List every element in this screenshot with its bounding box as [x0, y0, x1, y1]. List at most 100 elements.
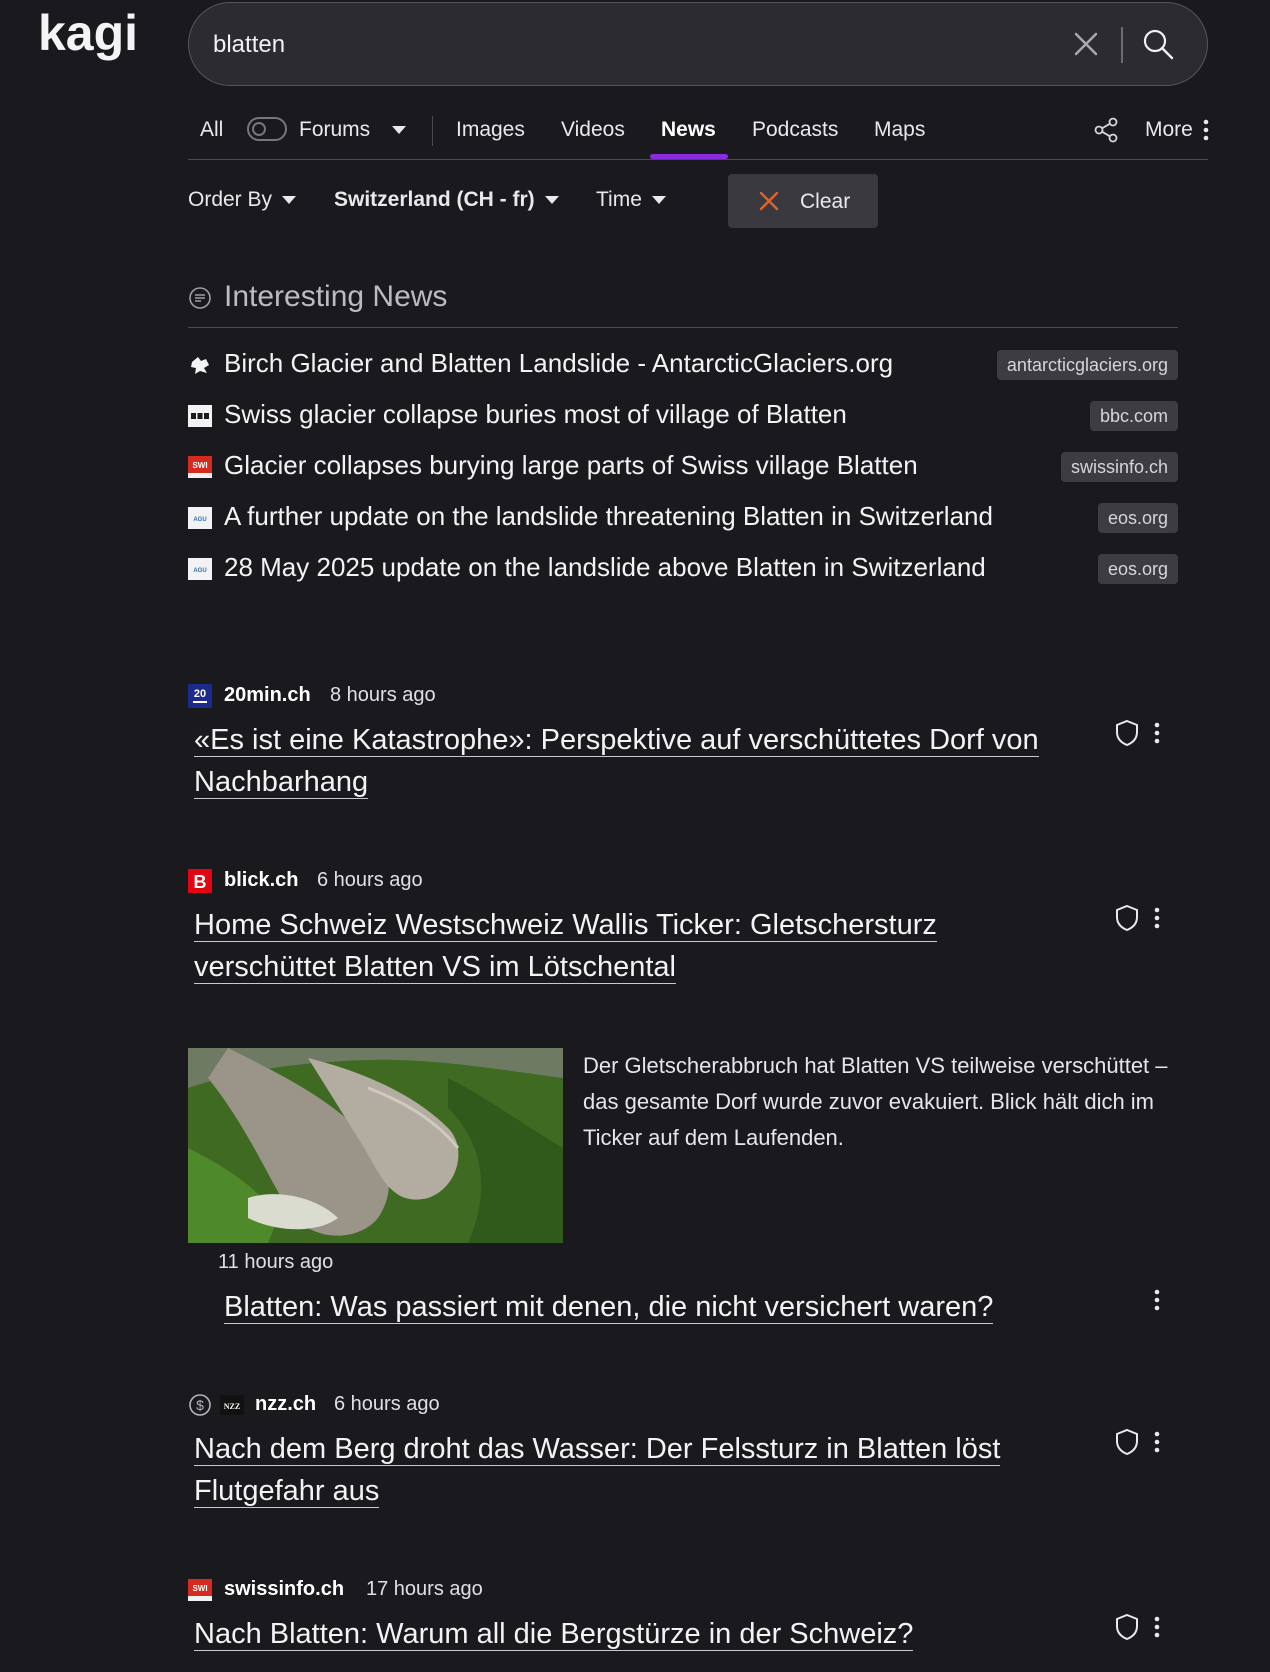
result-time: 6 hours ago	[334, 1393, 440, 1415]
order-by-label: Order By	[188, 188, 273, 211]
tab-all[interactable]: All	[200, 118, 223, 142]
tab-podcasts[interactable]: Podcasts	[752, 118, 838, 142]
blick-favicon: B	[188, 869, 212, 893]
domain-badge[interactable]: eos.org	[1097, 503, 1178, 533]
interesting-news-title: Interesting News	[224, 280, 448, 313]
interesting-news-link[interactable]: 28 May 2025 update on the landslide abov…	[224, 552, 986, 583]
list-item: AGU A further update on the landslide th…	[188, 497, 1178, 537]
bbc-favicon	[188, 405, 212, 427]
domain-badge[interactable]: eos.org	[1097, 554, 1178, 584]
result-title: Nach Blatten: Warum all die Bergstürze i…	[194, 1618, 914, 1651]
result-source[interactable]: blick.ch	[224, 869, 298, 892]
result-title-link[interactable]: «Es ist eine Katastrophe»: Perspektive a…	[194, 719, 1064, 803]
result-title: Blatten: Was passiert mit denen, die nic…	[224, 1291, 994, 1324]
svg-text:AGU: AGU	[193, 568, 206, 574]
order-by-dropdown[interactable]: Order By	[188, 188, 297, 212]
news-result: $ NZZ nzz.ch 6 hours ago Nach dem Berg d…	[188, 1392, 1178, 1512]
search-icon[interactable]	[1139, 25, 1179, 65]
search-divider	[1121, 27, 1123, 63]
more-options-icon[interactable]	[1150, 1286, 1164, 1314]
list-item: Swiss glacier collapse buries most of vi…	[188, 395, 1178, 435]
domain-badge[interactable]: antarcticglaciers.org	[996, 350, 1178, 380]
svg-text:SWI: SWI	[192, 461, 207, 470]
tab-images[interactable]: Images	[456, 118, 525, 142]
result-title-link[interactable]: Nach Blatten: Warum all die Bergstürze i…	[194, 1613, 1064, 1655]
nzz-favicon: NZZ	[220, 1395, 244, 1415]
interesting-news-header: Interesting News	[188, 278, 1178, 328]
svg-text:SWI: SWI	[192, 1584, 207, 1593]
interesting-news-link[interactable]: Swiss glacier collapse buries most of vi…	[224, 399, 847, 430]
more-options-icon[interactable]	[1150, 719, 1164, 747]
svg-text:B: B	[194, 872, 207, 892]
result-title: «Es ist eine Katastrophe»: Perspektive a…	[194, 724, 1039, 799]
domain-badge[interactable]: bbc.com	[1089, 401, 1178, 431]
shield-icon[interactable]	[1114, 904, 1140, 932]
caret-down-icon	[282, 196, 297, 205]
result-source[interactable]: 20min.ch	[224, 684, 311, 707]
clear-search-icon[interactable]	[1071, 29, 1101, 59]
related-news-result: 11 hours ago Blatten: Was passiert mit d…	[188, 1250, 1178, 1330]
interesting-news-link[interactable]: Glacier collapses burying large parts of…	[224, 450, 918, 481]
more-options-icon[interactable]	[1150, 1613, 1164, 1641]
dollar-icon: $	[189, 1394, 211, 1416]
result-snippet: Der Gletscherabbruch hat Blatten VS teil…	[583, 1053, 1168, 1150]
shield-icon[interactable]	[1114, 1428, 1140, 1456]
tab-more-label: More	[1145, 118, 1193, 141]
domain-badge[interactable]: swissinfo.ch	[1060, 452, 1178, 482]
result-time: 11 hours ago	[218, 1251, 334, 1273]
result-title: Home Schweiz Westschweiz Wallis Ticker: …	[194, 909, 937, 984]
swi-favicon: SWI	[188, 1579, 212, 1601]
caret-down-icon	[392, 126, 407, 135]
agu-favicon: AGU	[188, 558, 212, 580]
forums-toggle[interactable]	[247, 117, 287, 141]
region-dropdown[interactable]: Switzerland (CH - fr)	[334, 188, 559, 212]
news-result: 20 20min.ch 8 hours ago «Es ist eine Kat…	[188, 683, 1178, 803]
interesting-news-link[interactable]: A further update on the landslide threat…	[224, 501, 993, 532]
result-title-link[interactable]: Blatten: Was passiert mit denen, die nic…	[224, 1286, 1094, 1328]
20min-favicon: 20	[188, 684, 212, 708]
result-source[interactable]: nzz.ch	[255, 1393, 316, 1416]
caret-down-icon	[651, 196, 666, 205]
time-dropdown[interactable]: Time	[596, 188, 666, 212]
svg-text:NZZ: NZZ	[224, 1402, 240, 1411]
tab-maps[interactable]: Maps	[874, 118, 925, 142]
result-title-link[interactable]: Home Schweiz Westschweiz Wallis Ticker: …	[194, 904, 1064, 988]
list-item: AGU 28 May 2025 update on the landslide …	[188, 548, 1178, 588]
more-options-icon[interactable]	[1150, 904, 1164, 932]
result-source[interactable]: swissinfo.ch	[224, 1578, 344, 1601]
more-vertical-icon[interactable]	[1202, 118, 1210, 142]
share-icon[interactable]	[1092, 116, 1120, 144]
antarcticglaciers-favicon	[191, 357, 209, 374]
active-tab-indicator	[650, 154, 728, 159]
result-title-link[interactable]: Nach dem Berg droht das Wasser: Der Fels…	[194, 1428, 1064, 1512]
agu-favicon: AGU	[188, 507, 212, 529]
kagi-logo[interactable]: kagi	[38, 4, 160, 76]
swi-favicon: SWI	[188, 456, 212, 478]
search-input[interactable]	[213, 25, 1013, 65]
time-label: Time	[596, 188, 642, 211]
region-label: Switzerland (CH - fr)	[334, 188, 535, 211]
search-bar	[188, 2, 1208, 86]
news-result: B blick.ch 6 hours ago Home Schweiz West…	[188, 868, 1178, 1243]
list-item: SWI Glacier collapses burying large part…	[188, 446, 1178, 486]
news-chat-icon	[189, 287, 211, 309]
result-thumbnail[interactable]	[188, 1048, 563, 1243]
tab-news[interactable]: News	[661, 118, 716, 142]
result-time: 8 hours ago	[330, 684, 436, 706]
shield-icon[interactable]	[1114, 1613, 1140, 1641]
svg-text:$: $	[196, 1397, 204, 1413]
search-tabs: All Forums Images Videos News Podcasts M…	[188, 108, 1210, 160]
clear-filters-button[interactable]: Clear	[728, 174, 878, 228]
tab-forums[interactable]: Forums	[299, 118, 407, 142]
result-time: 17 hours ago	[366, 1578, 483, 1600]
interesting-news-link[interactable]: Birch Glacier and Blatten Landslide - An…	[224, 348, 893, 379]
tab-videos[interactable]: Videos	[561, 118, 625, 142]
shield-icon[interactable]	[1114, 719, 1140, 747]
result-time: 6 hours ago	[317, 869, 423, 891]
logo-text: kagi	[38, 5, 138, 61]
tab-more[interactable]: More	[1145, 118, 1193, 142]
caret-down-icon	[544, 196, 559, 205]
filter-bar: Order By Switzerland (CH - fr) Time Clea…	[188, 172, 1208, 232]
news-result: SWI swissinfo.ch 17 hours ago Nach Blatt…	[188, 1577, 1178, 1669]
more-options-icon[interactable]	[1150, 1428, 1164, 1456]
